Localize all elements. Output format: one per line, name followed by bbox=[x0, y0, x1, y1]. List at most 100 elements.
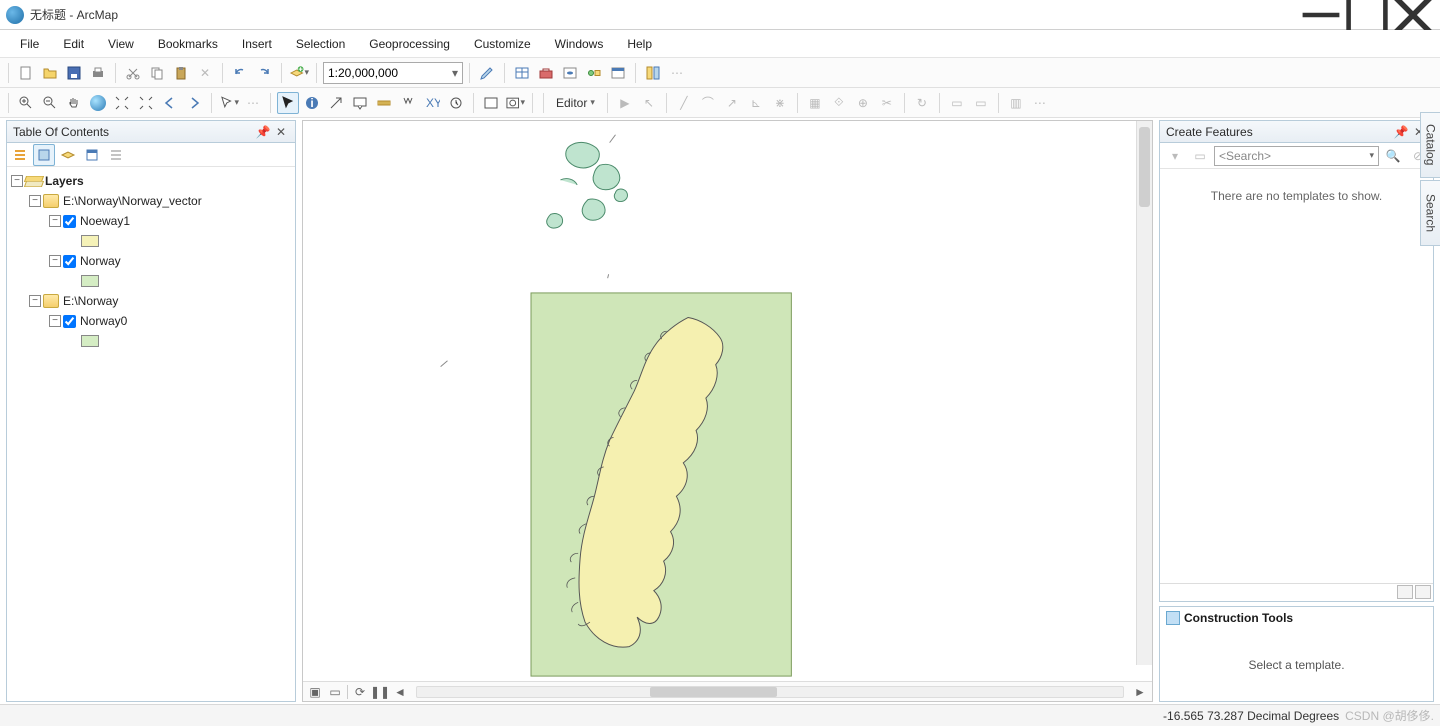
model-builder-button[interactable] bbox=[583, 62, 605, 84]
identify-icon[interactable]: i bbox=[301, 92, 323, 114]
straight-segment-icon[interactable]: ╱ bbox=[673, 92, 695, 114]
split-icon[interactable]: ✂ bbox=[876, 92, 898, 114]
new-button[interactable] bbox=[15, 62, 37, 84]
cut-polygons-icon[interactable]: ⊕ bbox=[852, 92, 874, 114]
search-tab[interactable]: Search bbox=[1420, 180, 1440, 246]
scroll-left-button[interactable]: ◄ bbox=[392, 684, 408, 700]
list-by-source-icon[interactable] bbox=[33, 144, 55, 166]
toc-title-bar[interactable]: Table Of Contents 📌 ✕ bbox=[7, 121, 295, 143]
menu-insert[interactable]: Insert bbox=[230, 33, 284, 55]
save-button[interactable] bbox=[63, 62, 85, 84]
edit-annotation-icon[interactable]: ↖ bbox=[638, 92, 660, 114]
layer-visibility-checkbox[interactable] bbox=[63, 215, 76, 228]
clear-selection-icon[interactable]: ⋯ bbox=[242, 92, 264, 114]
zoom-out-icon[interactable] bbox=[39, 92, 61, 114]
pin-icon[interactable]: 📌 bbox=[1393, 124, 1409, 140]
sketch-properties-icon[interactable]: ▭ bbox=[970, 92, 992, 114]
undo-button[interactable] bbox=[229, 62, 251, 84]
trace-icon[interactable]: ↗ bbox=[721, 92, 743, 114]
pause-drawing-button[interactable]: ❚❚ bbox=[372, 684, 388, 700]
fixed-zoom-out-icon[interactable] bbox=[135, 92, 157, 114]
close-icon[interactable]: ✕ bbox=[273, 124, 289, 140]
open-button[interactable] bbox=[39, 62, 61, 84]
map-scale-combo[interactable]: 1:20,000,000 ▾ bbox=[323, 62, 463, 84]
edit-tool-icon[interactable]: ▶ bbox=[614, 92, 636, 114]
list-by-visibility-icon[interactable] bbox=[57, 144, 79, 166]
catalog-button[interactable] bbox=[642, 62, 664, 84]
print-button[interactable] bbox=[87, 62, 109, 84]
back-icon[interactable] bbox=[159, 92, 181, 114]
filter-icon[interactable]: ▾ bbox=[1164, 145, 1186, 167]
attributes-icon[interactable]: ▭ bbox=[946, 92, 968, 114]
redo-button[interactable] bbox=[253, 62, 275, 84]
expand-toggle[interactable]: − bbox=[49, 255, 61, 267]
reshape-icon[interactable]: ⟐ bbox=[828, 92, 850, 114]
menu-bookmarks[interactable]: Bookmarks bbox=[146, 33, 230, 55]
create-features-title-bar[interactable]: Create Features 📌 ✕ bbox=[1160, 121, 1433, 143]
fixed-zoom-in-icon[interactable] bbox=[111, 92, 133, 114]
panel-collapse-icon[interactable] bbox=[1415, 585, 1431, 599]
go-to-xy-icon[interactable]: XY bbox=[421, 92, 443, 114]
maximize-button[interactable] bbox=[1344, 0, 1390, 30]
map-horizontal-scrollbar[interactable] bbox=[416, 686, 1124, 698]
panel-expand-icon[interactable] bbox=[1397, 585, 1413, 599]
layer-swatch[interactable] bbox=[81, 275, 99, 287]
catalog-tab[interactable]: Catalog bbox=[1420, 112, 1440, 178]
data-view-button[interactable]: ▣ bbox=[307, 684, 323, 700]
create-viewer-icon[interactable] bbox=[480, 92, 502, 114]
layer-visibility-checkbox[interactable] bbox=[63, 315, 76, 328]
paste-button[interactable] bbox=[170, 62, 192, 84]
zoom-in-icon[interactable] bbox=[15, 92, 37, 114]
layer-swatch[interactable] bbox=[81, 335, 99, 347]
midpoint-icon[interactable]: ⋇ bbox=[769, 92, 791, 114]
refresh-button[interactable]: ⟳ bbox=[352, 684, 368, 700]
toc-options-icon[interactable] bbox=[105, 144, 127, 166]
layer-visibility-checkbox[interactable] bbox=[63, 255, 76, 268]
delete-button[interactable]: ✕ bbox=[194, 62, 216, 84]
find-icon[interactable] bbox=[397, 92, 419, 114]
toolbox-button[interactable] bbox=[535, 62, 557, 84]
copy-button[interactable] bbox=[146, 62, 168, 84]
map-canvas[interactable] bbox=[303, 121, 1152, 681]
add-data-button[interactable]: ▾ bbox=[288, 62, 310, 84]
select-features-icon[interactable]: ▾ bbox=[218, 92, 240, 114]
search-icon[interactable]: 🔍 bbox=[1382, 145, 1404, 167]
organize-templates-icon[interactable]: ▭ bbox=[1189, 145, 1211, 167]
template-search-input[interactable]: <Search> ▾ bbox=[1214, 146, 1379, 166]
layout-view-button[interactable]: ▭ bbox=[327, 684, 343, 700]
create-features-icon[interactable]: ▥ bbox=[1005, 92, 1027, 114]
menu-file[interactable]: File bbox=[8, 33, 51, 55]
expand-toggle[interactable]: − bbox=[29, 195, 41, 207]
list-by-selection-icon[interactable] bbox=[81, 144, 103, 166]
toc-group[interactable]: E:\Norway\Norway_vector bbox=[63, 194, 202, 208]
editor-options-icon[interactable]: ⋯ bbox=[1029, 92, 1051, 114]
toc-root[interactable]: Layers bbox=[45, 174, 84, 188]
forward-icon[interactable] bbox=[183, 92, 205, 114]
close-button[interactable] bbox=[1390, 0, 1436, 30]
editor-dropdown[interactable]: Editor▾ bbox=[550, 96, 601, 110]
toc-layer[interactable]: Noeway1 bbox=[80, 214, 130, 228]
expand-toggle[interactable]: − bbox=[49, 215, 61, 227]
construction-tools-title-bar[interactable]: Construction Tools bbox=[1160, 607, 1433, 629]
map-vertical-scrollbar[interactable] bbox=[1136, 121, 1152, 665]
right-angle-icon[interactable]: ⊾ bbox=[745, 92, 767, 114]
table-button[interactable] bbox=[511, 62, 533, 84]
menu-view[interactable]: View bbox=[96, 33, 146, 55]
expand-toggle[interactable]: − bbox=[29, 295, 41, 307]
menu-help[interactable]: Help bbox=[615, 33, 664, 55]
pan-icon[interactable] bbox=[63, 92, 85, 114]
list-by-drawing-order-icon[interactable] bbox=[9, 144, 31, 166]
minimize-button[interactable] bbox=[1298, 0, 1344, 30]
pin-icon[interactable]: 📌 bbox=[255, 124, 271, 140]
html-popup-icon[interactable] bbox=[349, 92, 371, 114]
editor-toolbar-button[interactable] bbox=[476, 62, 498, 84]
menu-edit[interactable]: Edit bbox=[51, 33, 96, 55]
edit-vertices-icon[interactable]: ▦ bbox=[804, 92, 826, 114]
python-button[interactable] bbox=[559, 62, 581, 84]
expand-toggle[interactable]: − bbox=[49, 315, 61, 327]
search-tool-button[interactable]: ⋯ bbox=[666, 62, 688, 84]
window-button[interactable] bbox=[607, 62, 629, 84]
time-slider-icon[interactable] bbox=[445, 92, 467, 114]
layer-swatch[interactable] bbox=[81, 235, 99, 247]
hyperlink-icon[interactable] bbox=[325, 92, 347, 114]
